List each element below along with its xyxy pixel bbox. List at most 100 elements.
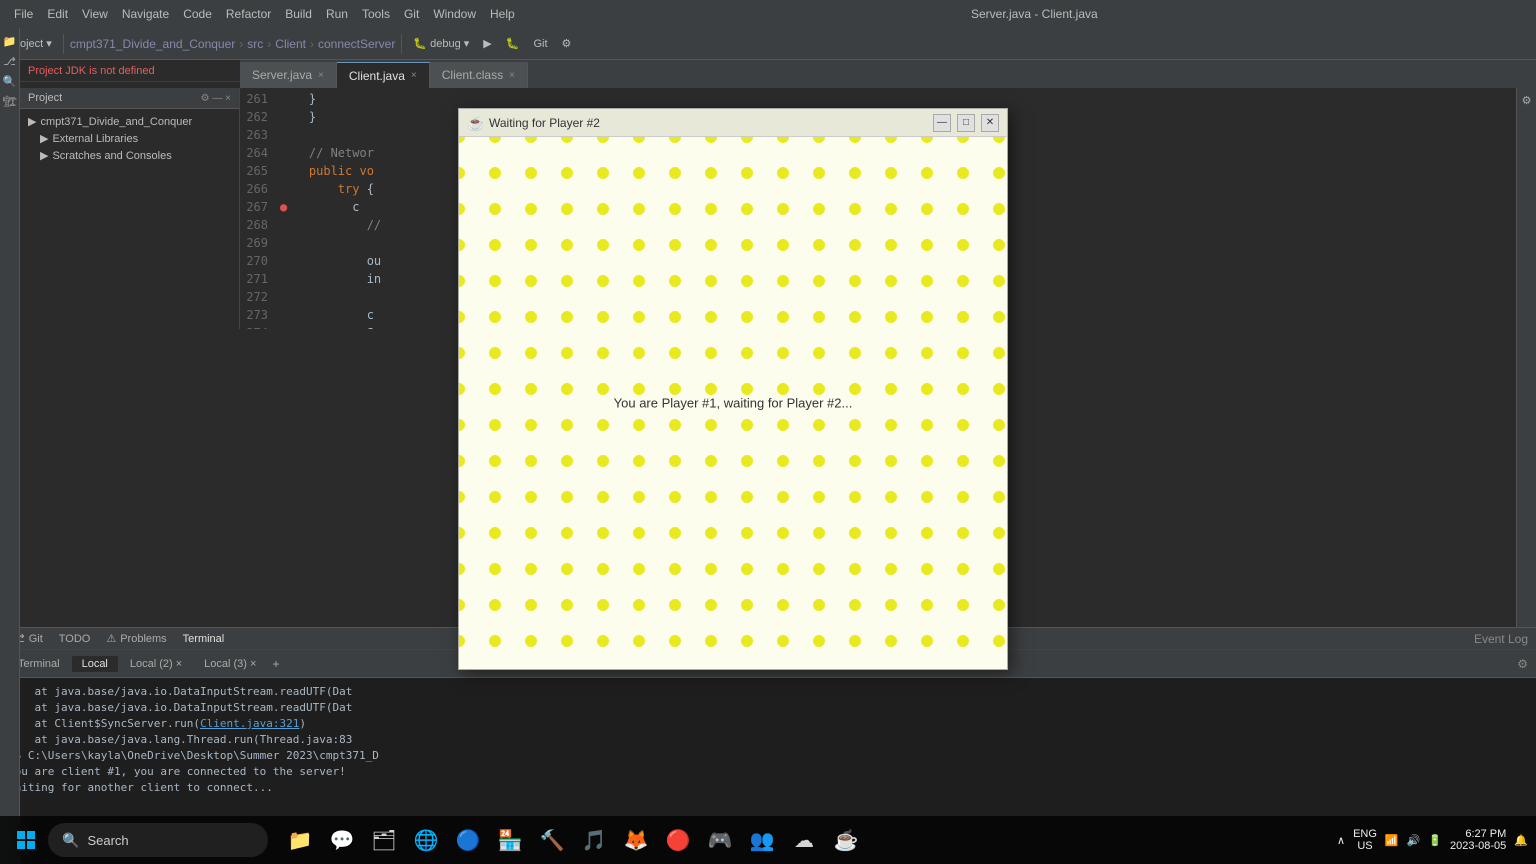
dialog-close-btn[interactable]: ✕ xyxy=(981,114,999,132)
separator-2 xyxy=(401,34,402,54)
dialog-app-icon: ☕ xyxy=(467,115,483,131)
run-btn[interactable]: ▶ xyxy=(478,35,496,52)
term-line-6: You are client #1, you are connected to … xyxy=(8,764,1528,780)
bottom-tab-problems[interactable]: ⚠ Problems xyxy=(102,630,170,647)
tree-scratch-label: Scratches and Consoles xyxy=(52,150,171,162)
sidebar-project-icon[interactable]: 📁 xyxy=(1,32,19,50)
problems-tab-label: Problems xyxy=(120,633,166,645)
taskbar-app-file-explorer[interactable]: 📁 xyxy=(280,820,320,860)
git-btn[interactable]: Git xyxy=(528,36,552,52)
taskbar-app-edge[interactable]: 🔵 xyxy=(448,820,488,860)
project-tree: ▶ cmpt371_Divide_and_Conquer ▶ External … xyxy=(20,109,239,168)
tab-server-java-close[interactable]: × xyxy=(318,70,324,81)
menu-code[interactable]: Code xyxy=(177,5,218,23)
taskbar-app-store[interactable]: 🏪 xyxy=(490,820,530,860)
term-tab-local3[interactable]: Local (3) × xyxy=(194,656,266,672)
taskbar-search-box[interactable]: 🔍 Search xyxy=(48,823,268,857)
sidebar-search-icon[interactable]: 🔍 xyxy=(1,72,19,90)
breadcrumb-class: Client xyxy=(275,37,306,51)
term-tab-local2[interactable]: Local (2) × xyxy=(120,656,192,672)
tab-client-class-label: Client.class xyxy=(442,68,503,82)
term-line-4: at java.base/java.lang.Thread.run(Thread… xyxy=(8,732,1528,748)
breadcrumb: cmpt371_Divide_and_Conquer › src › Clien… xyxy=(70,37,396,51)
taskbar: 🔍 Search 📁 💬 🗂 🌐 🔵 🏪 🔨 🎵 🦊 🔴 🎮 👥 ☁ ☕ ∧ E… xyxy=(0,816,1536,864)
sidebar-git-icon[interactable]: ⎇ xyxy=(1,52,19,70)
dialog-window[interactable]: ☕ Waiting for Player #2 — □ ✕ You are Pl… xyxy=(458,108,1008,670)
menu-run[interactable]: Run xyxy=(320,5,354,23)
debug-btn[interactable]: 🐛 xyxy=(501,35,525,52)
problems-tab-icon: ⚠ xyxy=(106,632,116,645)
toolbar: Project ▾ cmpt371_Divide_and_Conquer › s… xyxy=(0,28,1536,60)
taskbar-time: 6:27 PM xyxy=(1450,828,1506,840)
taskbar-apps: 📁 💬 🗂 🌐 🔵 🏪 🔨 🎵 🦊 🔴 🎮 👥 ☁ ☕ xyxy=(280,820,866,860)
terminal-tab-label: Terminal xyxy=(183,633,225,645)
menu-window[interactable]: Window xyxy=(427,5,482,23)
tab-client-class-close[interactable]: × xyxy=(509,70,515,81)
add-tab-btn[interactable]: + xyxy=(272,657,279,671)
menu-navigate[interactable]: Navigate xyxy=(116,5,175,23)
term-line-3: at Client$SyncServer.run(Client.java:321… xyxy=(8,716,1528,732)
taskbar-app-chat[interactable]: 💬 xyxy=(322,820,362,860)
project-header-label: Project xyxy=(28,92,62,104)
windows-logo-icon xyxy=(17,831,35,849)
todo-tab-label: TODO xyxy=(59,633,91,645)
taskbar-app-onedrive[interactable]: ☁ xyxy=(784,820,824,860)
taskbar-app-browser[interactable]: 🌐 xyxy=(406,820,446,860)
tree-scratches[interactable]: ▶ Scratches and Consoles xyxy=(20,147,239,164)
terminal-settings[interactable]: ⚙ xyxy=(1517,657,1528,671)
taskbar-app-tool[interactable]: 🔨 xyxy=(532,820,572,860)
sidebar-structure-icon[interactable]: 🏗 xyxy=(1,92,19,110)
taskbar-chevron-up-icon[interactable]: ∧ xyxy=(1337,834,1345,847)
git-tab-label: Git xyxy=(29,633,43,645)
tree-scratch-icon: ▶ xyxy=(40,149,48,162)
taskbar-lang: ENG US xyxy=(1353,828,1377,852)
taskbar-app-file-manager[interactable]: 🗂 xyxy=(364,820,404,860)
tab-server-java[interactable]: Server.java × xyxy=(240,62,337,88)
tab-client-java-label: Client.java xyxy=(349,69,405,83)
tree-root[interactable]: ▶ cmpt371_Divide_and_Conquer xyxy=(20,113,239,130)
taskbar-app-firefox[interactable]: 🦊 xyxy=(616,820,656,860)
tab-client-java-close[interactable]: × xyxy=(411,70,417,81)
menu-help[interactable]: Help xyxy=(484,5,521,23)
taskbar-app-teams[interactable]: 👥 xyxy=(742,820,782,860)
event-log-link[interactable]: Event Log xyxy=(1474,632,1528,646)
menu-view[interactable]: View xyxy=(76,5,114,23)
dialog-minimize-btn[interactable]: — xyxy=(933,114,951,132)
menu-build[interactable]: Build xyxy=(279,5,318,23)
left-sidebar: 📁 ⎇ 🔍 🏗 xyxy=(0,28,20,864)
taskbar-search-text: Search xyxy=(87,833,128,848)
menu-bar: File Edit View Navigate Code Refactor Bu… xyxy=(8,5,521,23)
menu-file[interactable]: File xyxy=(8,5,39,23)
taskbar-search-icon: 🔍 xyxy=(62,832,79,849)
term-tab-local[interactable]: Local xyxy=(72,656,118,672)
bottom-tab-terminal[interactable]: Terminal xyxy=(179,631,229,647)
taskbar-app-java[interactable]: ☕ xyxy=(826,820,866,860)
project-header-icons: ⚙ — × xyxy=(201,93,231,104)
taskbar-app-discord[interactable]: 🎮 xyxy=(700,820,740,860)
project-header: Project ⚙ — × xyxy=(20,88,239,109)
debug-selector[interactable]: 🐛 debug ▾ xyxy=(408,35,474,52)
menu-git[interactable]: Git xyxy=(398,5,425,23)
dialog-maximize-btn[interactable]: □ xyxy=(957,114,975,132)
taskbar-app-chrome[interactable]: 🔴 xyxy=(658,820,698,860)
term-line-7: Waiting for another client to connect... xyxy=(8,780,1528,796)
window-title: Server.java - Client.java xyxy=(541,7,1528,21)
taskbar-battery-icon: 🔋 xyxy=(1428,834,1442,847)
taskbar-app-spotify[interactable]: 🎵 xyxy=(574,820,614,860)
tab-client-java[interactable]: Client.java × xyxy=(337,62,430,88)
menu-refactor[interactable]: Refactor xyxy=(220,5,277,23)
tab-client-class[interactable]: Client.class × xyxy=(430,62,528,88)
settings-icon[interactable]: ⚙ xyxy=(557,35,577,52)
taskbar-right: ∧ ENG US 📶 🔊 🔋 6:27 PM 2023-08-05 🔔 xyxy=(1337,828,1528,852)
dialog-title-bar: ☕ Waiting for Player #2 — □ ✕ xyxy=(459,109,1007,137)
bottom-tab-todo[interactable]: TODO xyxy=(55,631,95,647)
separator-1 xyxy=(63,34,64,54)
start-button[interactable] xyxy=(8,822,44,858)
menu-edit[interactable]: Edit xyxy=(41,5,74,23)
taskbar-notification-icon[interactable]: 🔔 xyxy=(1514,834,1528,847)
menu-tools[interactable]: Tools xyxy=(356,5,396,23)
project-panel: Project ⚙ — × ▶ cmpt371_Divide_and_Conqu… xyxy=(20,88,240,329)
settings-right-icon[interactable]: ⚙ xyxy=(1519,92,1535,108)
jdk-warning: Project JDK is not defined xyxy=(28,65,155,77)
tree-ext-libs[interactable]: ▶ External Libraries xyxy=(20,130,239,147)
